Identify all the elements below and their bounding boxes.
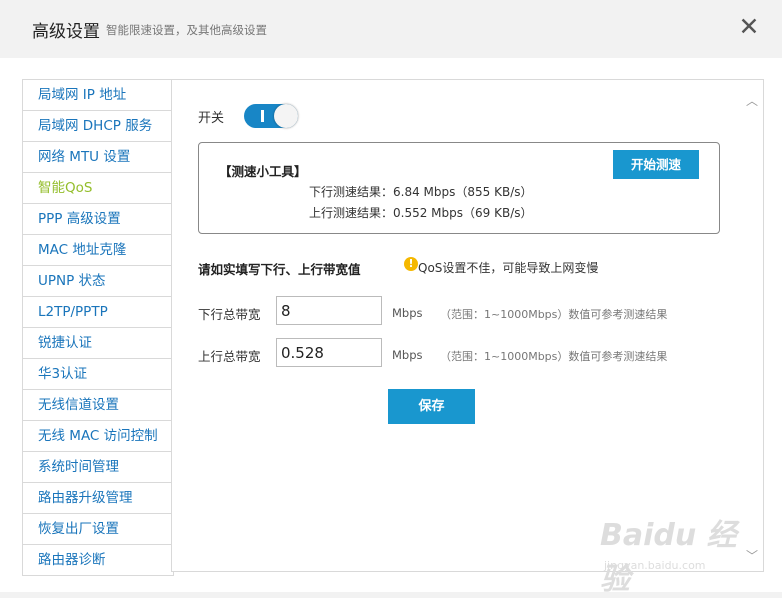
upload-test-result: 上行测速结果：0.552 Mbps（69 KB/s）: [309, 206, 533, 220]
dialog-title: 高级设置: [32, 22, 100, 42]
sidebar-item[interactable]: 系统时间管理: [23, 452, 173, 483]
sidebar-item[interactable]: 无线信道设置: [23, 390, 173, 421]
start-speedtest-button[interactable]: 开始测速: [613, 150, 699, 179]
sidebar-item[interactable]: 智能QoS: [23, 173, 174, 204]
bandwidth-heading: 请如实填写下行、上行带宽值: [198, 262, 361, 277]
warning-text: QoS设置不佳，可能导致上网变慢: [418, 261, 599, 275]
sidebar-item[interactable]: 网络 MTU 设置: [23, 142, 173, 173]
sidebar-item[interactable]: 恢复出厂设置: [23, 514, 173, 545]
baidu-watermark: Baidu 经验 jingyan.baidu.com: [600, 510, 760, 597]
sidebar-item[interactable]: L2TP/PPTP: [23, 297, 173, 328]
warning-icon: !: [404, 257, 418, 271]
qos-toggle-switch[interactable]: [244, 104, 298, 128]
sidebar-item[interactable]: MAC 地址克隆: [23, 235, 173, 266]
qos-switch-label: 开关: [198, 111, 225, 126]
sidebar-item[interactable]: 无线 MAC 访问控制: [23, 421, 173, 452]
sidebar-item[interactable]: PPP 高级设置: [23, 204, 173, 235]
sidebar-item[interactable]: 华3认证: [23, 359, 173, 390]
download-unit: Mbps: [392, 306, 423, 320]
toggle-knob: [274, 104, 298, 128]
sidebar-item[interactable]: 局域网 DHCP 服务: [23, 111, 173, 142]
speedtest-box: 【测速小工具】 下行测速结果：6.84 Mbps（855 KB/s） 上行测速结…: [198, 142, 720, 234]
dialog-subtitle: 智能限速设置，及其他高级设置: [106, 23, 267, 37]
sidebar-nav: 局域网 IP 地址 局域网 DHCP 服务 网络 MTU 设置 智能QoS PPP 高级…: [22, 79, 174, 576]
download-hint: （范围：1~1000Mbps）数值可参考测速结果: [440, 308, 668, 321]
scroll-up-icon[interactable]: ︿: [745, 92, 759, 108]
sidebar-item[interactable]: 局域网 IP 地址: [23, 80, 173, 111]
qos-settings-panel: 开关 【测速小工具】 下行测速结果：6.84 Mbps（855 KB/s） 上行…: [171, 79, 764, 572]
download-test-result: 下行测速结果：6.84 Mbps（855 KB/s）: [309, 185, 533, 199]
sidebar-item[interactable]: 路由器升级管理: [23, 483, 173, 514]
download-bandwidth-input[interactable]: [276, 296, 382, 325]
sidebar-item[interactable]: 锐捷认证: [23, 328, 173, 359]
speedtest-title: 【测速小工具】: [219, 164, 307, 179]
watermark-url: jingyan.baidu.com: [604, 559, 706, 572]
save-button[interactable]: 保存: [388, 389, 475, 424]
upload-hint: （范围：1~1000Mbps）数值可参考测速结果: [440, 350, 668, 363]
toggle-on-indicator: [261, 110, 264, 122]
upload-bandwidth-input[interactable]: [276, 338, 382, 367]
watermark-logo-text: Baidu 经验: [600, 518, 737, 597]
upload-unit: Mbps: [392, 348, 423, 362]
download-bandwidth-label: 下行总带宽: [198, 307, 261, 322]
sidebar-item[interactable]: 路由器诊断: [23, 545, 173, 576]
scrollbar[interactable]: ︿ ﹀: [741, 80, 763, 571]
dialog-header: 高级设置 智能限速设置，及其他高级设置 ✕: [0, 0, 782, 58]
upload-bandwidth-label: 上行总带宽: [198, 349, 261, 364]
sidebar-item[interactable]: UPNP 状态: [23, 266, 173, 297]
close-icon[interactable]: ✕: [738, 14, 760, 40]
